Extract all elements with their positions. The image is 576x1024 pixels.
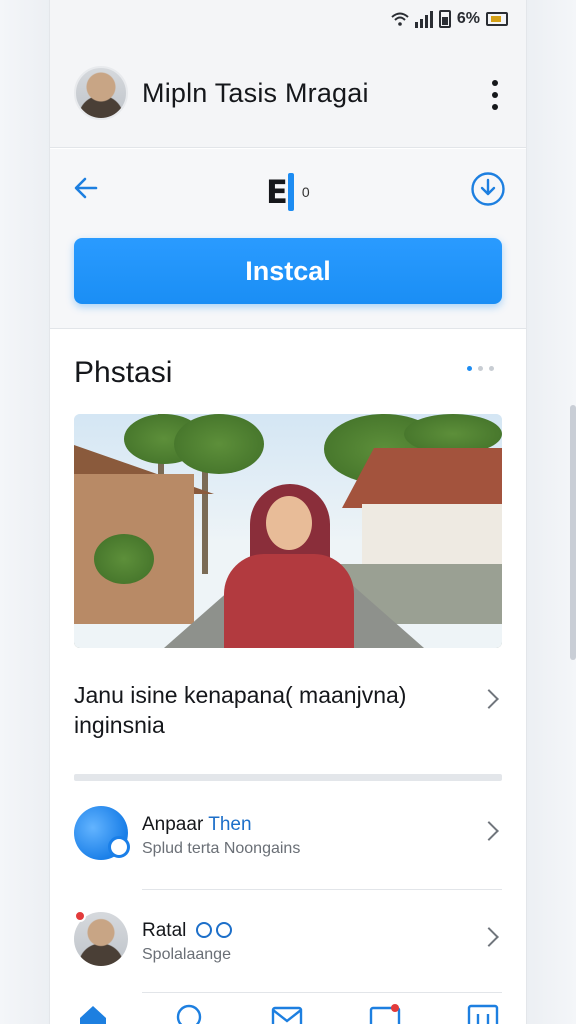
sync-icon (195, 922, 212, 938)
charging-icon (486, 12, 508, 26)
clock-icon (215, 922, 232, 938)
list-item[interactable]: Anpaar Then Splud terta Noongains (50, 780, 526, 884)
background-right (526, 0, 576, 1024)
bottom-tab-bar (50, 994, 526, 1024)
app-logo-icon (74, 806, 130, 860)
featured-photo[interactable] (74, 414, 502, 648)
avatar[interactable] (74, 66, 128, 120)
content-card: Phstasi Janu isine kenapana( maanjvna) i… (50, 330, 526, 1024)
app-title: Mipln Tasis Mragai (142, 78, 369, 108)
list-item-highlight: Then (208, 814, 252, 835)
notification-badge (74, 910, 86, 922)
chevron-right-icon[interactable] (479, 927, 499, 947)
install-button[interactable]: Instcal (74, 238, 502, 304)
app-screen: 6% Mipln Tasis Mragai E 0 Instcal Phstas… (50, 0, 526, 1024)
list-item-title: Ratal (142, 920, 232, 942)
download-icon[interactable] (470, 171, 506, 207)
pager-dots[interactable] (467, 366, 494, 371)
article-title[interactable]: Janu isine kenapana( maanjvna) inginsnia (74, 680, 454, 740)
battery-percent: 6% (456, 10, 480, 27)
brand-bar (287, 173, 294, 211)
toolbar: E 0 Instcal (50, 149, 526, 329)
app-header: Mipln Tasis Mragai (50, 44, 526, 148)
section-title: Phstasi (74, 356, 173, 389)
calendar-icon[interactable] (368, 1002, 402, 1024)
center-count: 0 (301, 184, 310, 200)
battery-icon (438, 10, 451, 28)
signal-icon (414, 10, 433, 28)
wifi-icon (391, 12, 409, 26)
home-icon[interactable] (76, 1002, 110, 1024)
scroll-indicator[interactable] (570, 405, 576, 660)
brand-letter-icon: E (266, 173, 288, 211)
status-bar: 6% (50, 0, 526, 44)
status-icons: 6% (391, 10, 508, 28)
list-item-subtitle: Spolalaange (142, 946, 231, 963)
center-mark: E 0 (266, 173, 310, 211)
list-item-title: Anpaar Then (142, 814, 252, 835)
list-item-subtitle: Splud terta Noongains (142, 840, 301, 857)
chevron-right-icon[interactable] (479, 821, 499, 841)
back-arrow-icon[interactable] (70, 171, 104, 205)
background-left (0, 0, 50, 1024)
mail-icon[interactable] (270, 1002, 304, 1024)
chat-icon[interactable] (172, 1002, 206, 1024)
chevron-right-icon[interactable] (479, 689, 499, 709)
grid-icon[interactable] (466, 1002, 500, 1024)
kebab-menu-icon[interactable] (490, 80, 500, 110)
row-divider (142, 992, 502, 993)
list-item[interactable]: Ratal Spolalaange (50, 886, 526, 990)
